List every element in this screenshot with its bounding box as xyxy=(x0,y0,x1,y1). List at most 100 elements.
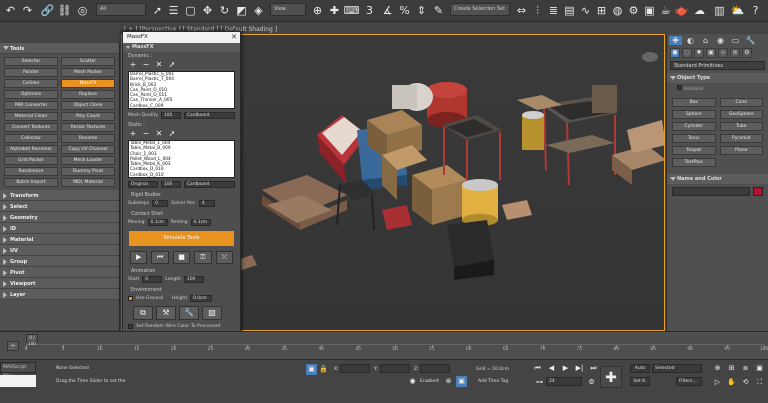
rewind-icon[interactable]: ⏮ xyxy=(151,251,169,264)
primitive-button[interactable]: Teapot xyxy=(672,146,716,155)
use-center-icon[interactable]: ⊕ xyxy=(310,3,325,18)
tool-button[interactable]: Mesh Loader xyxy=(61,156,115,165)
tool-button[interactable]: Scatter xyxy=(61,57,115,66)
primitive-button[interactable]: Cylinder xyxy=(672,122,716,131)
tool-button[interactable]: Resize Textures xyxy=(61,123,115,132)
lock-icon[interactable]: 🔒 xyxy=(318,364,329,375)
tool-button[interactable]: Collector xyxy=(4,134,58,143)
tool-button[interactable]: PBR Converter xyxy=(4,101,58,110)
curve-editor-icon[interactable]: ∿ xyxy=(578,3,593,18)
start-spinner[interactable]: 0 xyxy=(142,276,163,283)
go-end-icon[interactable]: ⏭ xyxy=(588,363,599,374)
rollout-layer[interactable]: Layer xyxy=(0,289,119,300)
clear-icon[interactable]: ✕ xyxy=(154,60,164,69)
clear-icon[interactable]: ✕ xyxy=(154,129,164,138)
zoom-extents-all-icon[interactable]: ▣ xyxy=(754,363,765,374)
render-frame-icon[interactable]: ▣ xyxy=(642,3,657,18)
go-start-icon[interactable]: ⏮ xyxy=(532,363,543,374)
static-type-dropdown[interactable]: Cardboard xyxy=(184,181,235,188)
tool-button[interactable]: Randomize xyxy=(4,167,58,176)
length-spinner[interactable]: 100 xyxy=(184,276,205,283)
object-name-field[interactable] xyxy=(672,187,750,196)
lights-icon[interactable]: ✸ xyxy=(694,48,704,58)
tool-button[interactable]: Poly Count xyxy=(61,112,115,121)
keyboard-shortcut-icon[interactable]: ⌨ xyxy=(344,3,360,18)
mesh-quality-spinner[interactable]: 100 xyxy=(160,112,181,119)
resting-spinner[interactable]: 0.1cm xyxy=(190,219,211,226)
timeline-toggle-icon[interactable]: ⇔ xyxy=(7,341,19,351)
select-icon[interactable]: ➚ xyxy=(150,3,165,18)
massfx-titlebar[interactable]: MassFX ✕ xyxy=(123,32,240,43)
name-color-rollout[interactable]: Name and Color xyxy=(667,174,768,184)
image-icon[interactable]: ▨ xyxy=(202,306,222,320)
tool-button[interactable]: Grid Packer xyxy=(4,156,58,165)
current-frame-field[interactable]: 24 xyxy=(546,377,582,386)
scale-icon[interactable]: ◩ xyxy=(234,3,249,18)
tool-button[interactable]: Collider xyxy=(4,79,58,88)
mesh-type-dropdown[interactable]: Cardboard xyxy=(183,112,235,119)
tool-button[interactable]: Mesh Packer xyxy=(61,68,115,77)
hierarchy-tab-icon[interactable]: ⌂ xyxy=(699,36,712,45)
stop-icon[interactable]: ■ xyxy=(172,251,191,264)
tool-button[interactable]: Rename xyxy=(61,134,115,143)
list-item[interactable]: Cardbox_D_010 xyxy=(130,173,233,177)
snap-icon[interactable]: 3 xyxy=(362,3,377,18)
zoom-icon[interactable]: ⊕ xyxy=(712,363,723,374)
teapot-icon[interactable]: 🫖 xyxy=(674,3,689,18)
spinner-snap-icon[interactable]: ⇕ xyxy=(414,3,429,18)
solver-spinner[interactable]: 4 xyxy=(198,200,215,207)
remove-icon[interactable]: − xyxy=(141,129,151,138)
primitive-button[interactable]: Sphere xyxy=(672,110,716,119)
key-filters-button[interactable]: Filters... xyxy=(676,377,702,386)
undo-icon[interactable]: ↶ xyxy=(3,3,18,18)
unbake-icon[interactable]: ⤫ xyxy=(215,251,234,264)
tool-button[interactable]: Dummy Pivot xyxy=(61,167,115,176)
time-slider[interactable]: 0 / 100 xyxy=(26,334,38,346)
tool-button[interactable]: Material Clean xyxy=(4,112,58,121)
primitive-button[interactable]: Cone xyxy=(719,98,763,107)
reference-coord-dropdown[interactable]: View xyxy=(270,3,306,16)
help-icon[interactable]: ? xyxy=(748,3,763,18)
autogrid-checkbox[interactable] xyxy=(677,85,682,90)
render-online-icon[interactable]: ☁ xyxy=(692,3,707,18)
zoom-extents-icon[interactable]: ⧈ xyxy=(740,363,751,374)
material-editor-icon[interactable]: ◍ xyxy=(610,3,625,18)
set-key-button[interactable]: Set K. xyxy=(630,377,650,386)
zoom-all-icon[interactable]: ⊞ xyxy=(726,363,737,374)
rollout-material[interactable]: Material xyxy=(0,234,119,245)
primitive-button[interactable]: TextPlus xyxy=(672,158,716,167)
tool-button[interactable]: Batch Import xyxy=(4,178,58,187)
dynamic-object-list[interactable]: Barrel_Plastic_S_001 Barrel_Plastic_T_004… xyxy=(128,71,235,109)
select-manipulate-icon[interactable]: ✚ xyxy=(327,3,342,18)
selection-filter-dropdown[interactable]: All xyxy=(96,3,146,16)
timeline-ruler[interactable]: 0 5 10 15 20 25 30 35 40 45 50 55 60 65 70 75 80 85 90 95 10… xyxy=(25,344,768,358)
rollout-id[interactable]: ID xyxy=(0,223,119,234)
angle-snap-icon[interactable]: ∡ xyxy=(380,3,395,18)
use-ground-checkbox[interactable] xyxy=(128,296,133,301)
random-color-checkbox[interactable] xyxy=(128,324,133,329)
schematic-icon[interactable]: ⊞ xyxy=(594,3,609,18)
static-object-list[interactable]: Table_Metal_1_004 Table_Metal_B_009 Chair_… xyxy=(128,140,235,178)
tool-button[interactable]: Convert Textures xyxy=(4,123,58,132)
key-mode-icon[interactable]: ⊶ xyxy=(534,377,545,388)
tool-button[interactable]: MassFX xyxy=(61,79,115,88)
height-spinner[interactable]: 0.0cm xyxy=(190,295,213,302)
select-by-name-icon[interactable]: ☰ xyxy=(166,3,181,18)
rollout-select[interactable]: Select xyxy=(0,201,119,212)
named-selection-icon[interactable]: ✎ xyxy=(431,3,446,18)
clone-icon[interactable]: ⧉ xyxy=(133,306,153,320)
rollout-pivot[interactable]: Pivot xyxy=(0,267,119,278)
isolate-icon[interactable]: ▣ xyxy=(306,364,317,375)
modify-tab-icon[interactable]: ◐ xyxy=(684,36,697,45)
primitive-button[interactable]: Torus xyxy=(672,134,716,143)
tool-button[interactable]: Replace xyxy=(61,90,115,99)
material-type-dropdown[interactable]: Original xyxy=(128,181,158,188)
pivot-icon[interactable]: ◈ xyxy=(251,3,266,18)
systems-icon[interactable]: ⚙ xyxy=(742,48,752,58)
simulate-tools-button[interactable]: Simulate Tools xyxy=(129,231,234,246)
mirror-icon[interactable]: ⇔ xyxy=(514,3,529,18)
selection-set-dropdown[interactable]: Create Selection Set xyxy=(450,3,510,16)
scene-explorer-icon[interactable]: ▤ xyxy=(562,3,577,18)
tool-button[interactable]: Alphabet Renamer xyxy=(4,145,58,154)
time-config-icon[interactable]: ⚙ xyxy=(586,377,597,388)
